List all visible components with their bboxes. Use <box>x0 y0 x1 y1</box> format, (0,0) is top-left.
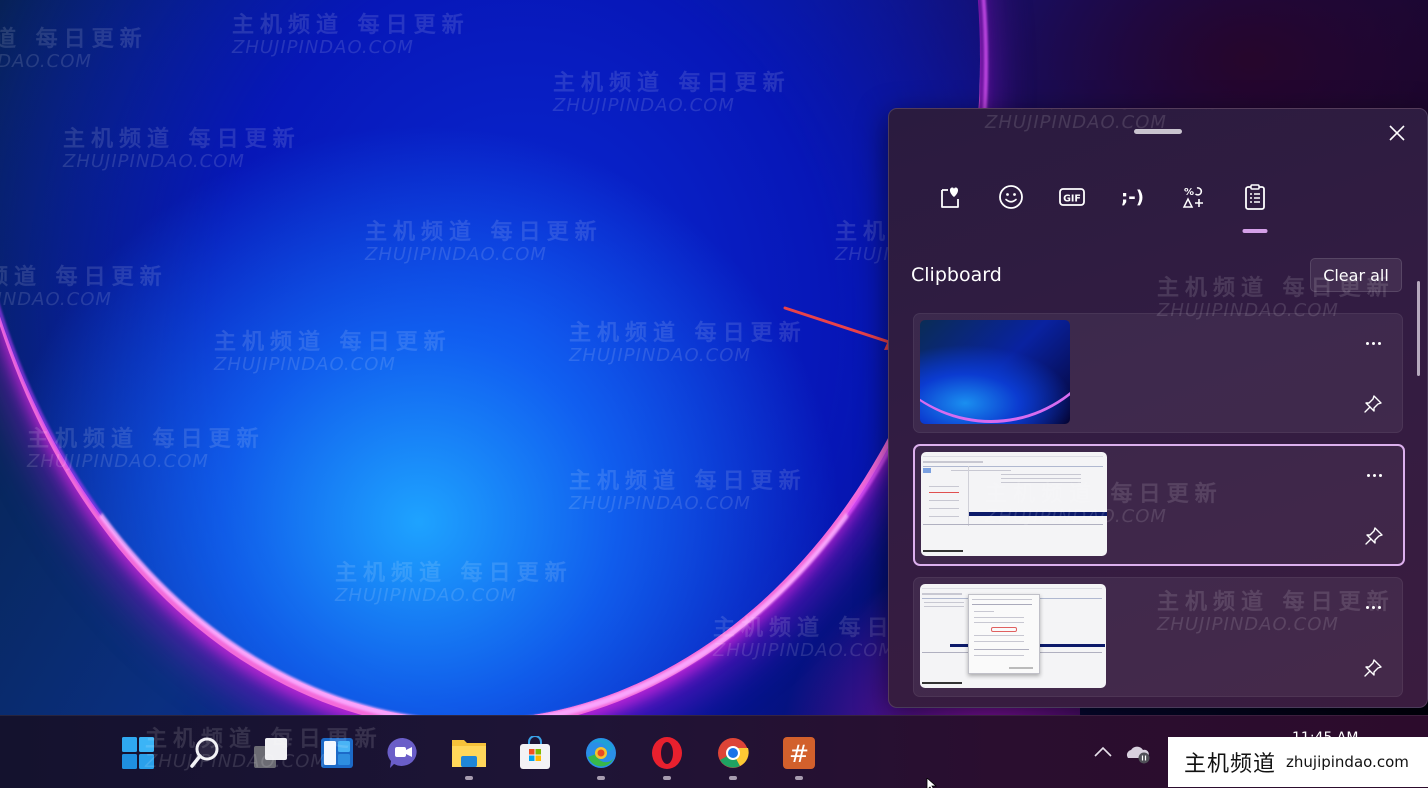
taskbar-search[interactable] <box>187 735 223 771</box>
section-title: Clipboard <box>911 264 1002 286</box>
pin-icon <box>1364 395 1382 413</box>
task-view-icon <box>254 738 287 768</box>
close-icon <box>1389 125 1405 141</box>
running-indicator <box>729 776 737 780</box>
svg-text:GIF: GIF <box>1063 194 1081 205</box>
tab-clipboard[interactable] <box>1224 177 1285 233</box>
pin-button[interactable] <box>1360 656 1386 680</box>
kaomoji-icon: ;-) <box>1121 186 1144 208</box>
close-button[interactable] <box>1381 119 1413 147</box>
heart-sticker-icon <box>940 187 959 208</box>
svg-text:#: # <box>789 740 809 768</box>
running-indicator <box>795 776 803 780</box>
chrome-icon <box>718 738 749 768</box>
taskbar-opera[interactable] <box>649 735 685 771</box>
clipboard-panel: GIF ;-) % Clipboard Clear all ZHUJIPINDA… <box>888 108 1428 708</box>
folder-icon <box>452 740 486 767</box>
more-options-button[interactable] <box>1358 332 1388 354</box>
widgets-icon <box>321 738 353 768</box>
taskbar-edge[interactable] <box>583 735 619 771</box>
tab-gif[interactable]: GIF <box>1041 177 1102 217</box>
store-icon <box>520 736 550 769</box>
search-icon <box>190 737 219 768</box>
taskbar-microsoft-store[interactable] <box>517 735 553 771</box>
panel-tabs: GIF ;-) % <box>919 177 1285 233</box>
clipboard-item-thumbnail <box>920 320 1070 424</box>
clipboard-item[interactable] <box>913 577 1403 697</box>
tab-kaomoji[interactable]: ;-) <box>1102 177 1163 217</box>
taskbar-teams-chat[interactable] <box>385 735 421 771</box>
properties-dialog-thumbnail <box>968 594 1040 674</box>
tab-symbols[interactable]: % <box>1163 177 1224 217</box>
tab-emoji[interactable] <box>980 177 1041 217</box>
taskbar-widgets[interactable] <box>319 735 355 771</box>
gif-icon: GIF <box>1058 188 1085 206</box>
taskbar-task-view[interactable] <box>253 735 289 771</box>
edge-icon <box>586 738 616 768</box>
taskbar-start[interactable] <box>120 735 156 771</box>
running-indicator <box>597 776 605 780</box>
pin-button[interactable] <box>1361 524 1387 548</box>
wallpaper-thumbnail <box>920 320 1070 424</box>
disk-properties-thumbnail <box>920 584 1106 688</box>
selected-tab-indicator <box>1242 229 1267 233</box>
show-hidden-icons-chevron-icon[interactable] <box>1092 741 1114 763</box>
pin-icon <box>1365 527 1383 545</box>
hash-app-icon: # <box>783 737 815 769</box>
running-indicator <box>465 776 473 780</box>
symbols-icon: % <box>1182 187 1203 208</box>
tab-favorites[interactable] <box>919 177 980 217</box>
more-options-button[interactable] <box>1359 464 1389 486</box>
scrollbar[interactable] <box>1417 281 1420 376</box>
site-banner-cn: 主机频道 <box>1184 752 1277 777</box>
clipboard-item[interactable] <box>913 313 1403 433</box>
taskbar-hash-app[interactable]: # <box>781 735 817 771</box>
running-indicator <box>663 776 671 780</box>
watermark: 主机频道 每日更新ZHUJIPINDAO.COM <box>985 109 1217 134</box>
chat-icon <box>387 737 417 768</box>
pin-button[interactable] <box>1360 392 1386 416</box>
more-options-button[interactable] <box>1358 596 1388 618</box>
opera-icon <box>652 737 682 769</box>
onedrive-paused-icon[interactable] <box>1124 742 1152 764</box>
clipboard-icon <box>1244 184 1265 210</box>
clipboard-item-thumbnail <box>920 584 1106 688</box>
windows-logo-icon <box>122 737 154 769</box>
taskbar-file-explorer[interactable] <box>451 735 487 771</box>
clipboard-item-thumbnail <box>921 452 1107 556</box>
clear-all-button[interactable]: Clear all <box>1310 258 1402 292</box>
disk-management-thumbnail <box>921 452 1107 556</box>
clipboard-item-selected[interactable] <box>913 444 1405 566</box>
pin-icon <box>1364 659 1382 677</box>
site-banner-url: zhujipindao.com <box>1286 753 1409 771</box>
taskbar-chrome[interactable] <box>715 735 751 771</box>
smiley-icon <box>998 185 1023 209</box>
site-banner: 主机频道 zhujipindao.com <box>1168 737 1428 787</box>
svg-text:%: % <box>1184 187 1194 198</box>
drag-handle[interactable] <box>1134 129 1182 134</box>
